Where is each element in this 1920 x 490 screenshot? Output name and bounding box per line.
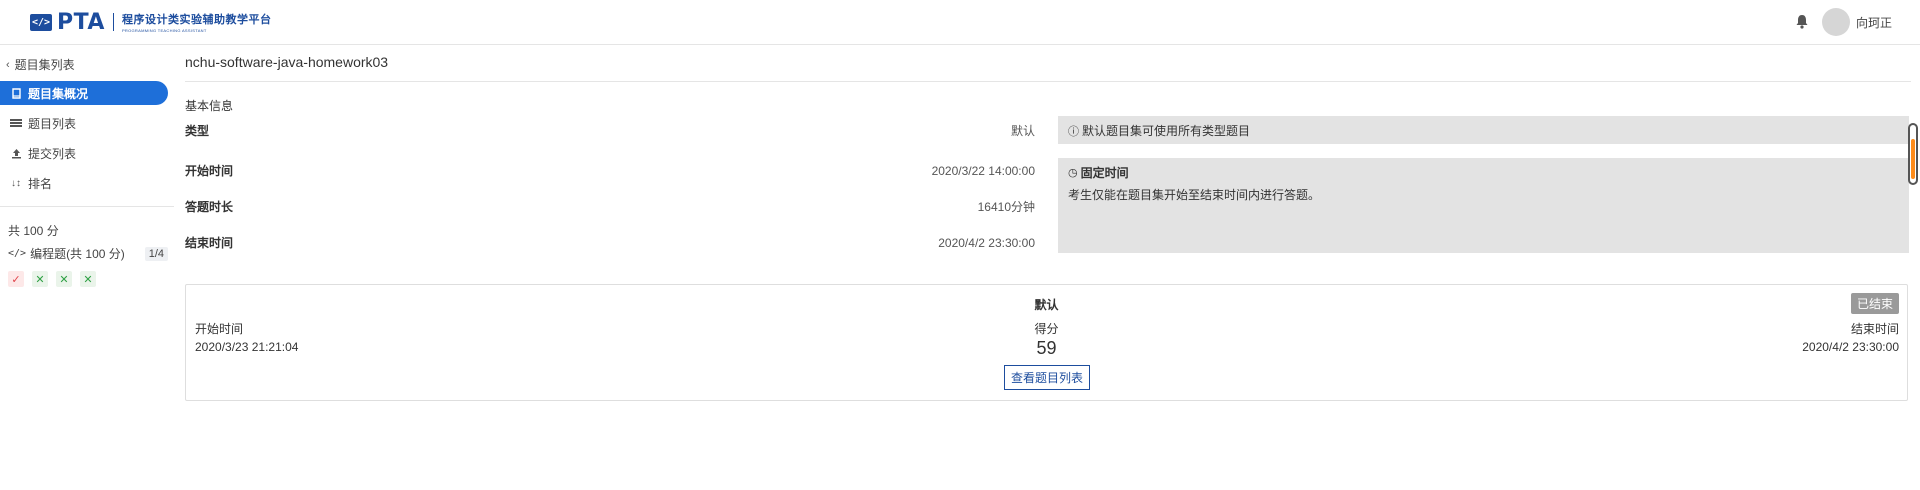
fixed-time-note: ◷ 固定时间 考生仅能在题目集开始至结束时间内进行答题。 <box>1058 158 1909 253</box>
bell-icon[interactable] <box>1795 14 1809 29</box>
fixed-time-desc: 考生仅能在题目集开始至结束时间内进行答题。 <box>1068 188 1321 202</box>
info-value: 2020/4/2 23:30:00 <box>938 235 1035 250</box>
problem-status-marks: ✓ ✕ ✕ ✕ <box>8 271 104 287</box>
end-label: 结束时间 <box>1850 322 1899 336</box>
sidebar-item-label: 排名 <box>28 176 53 191</box>
clock-icon: ◷ <box>1068 167 1078 179</box>
sidebar-item-label: 题目列表 <box>28 116 77 131</box>
cross-icon[interactable]: ✕ <box>32 271 48 287</box>
username[interactable]: 向珂正 <box>1856 14 1892 31</box>
logo-text: PTA <box>57 9 105 35</box>
sidebar-item-ranking[interactable]: ↓↕ 排名 <box>0 171 168 195</box>
logo-subtitle: 程序设计类实验辅助教学平台 PROGRAMMING TEACHING ASSIS… <box>122 11 272 33</box>
info-icon: ⓘ <box>1068 125 1079 138</box>
sidebar-item-submissions[interactable]: 提交列表 <box>0 141 168 165</box>
avatar[interactable] <box>1822 8 1850 36</box>
sidebar-item-overview[interactable]: 题目集概况 <box>0 81 168 105</box>
sidebar-item-label: 题目集概况 <box>28 86 89 101</box>
logo-subtitle-en: PROGRAMMING TEACHING ASSISTANT <box>121 28 207 33</box>
end-value: 2020/4/2 23:30:00 <box>1802 340 1899 354</box>
info-value: 16410分钟 <box>977 200 1035 214</box>
code-icon: </> <box>8 248 27 259</box>
score-value: 59 <box>1036 338 1057 358</box>
programming-count: 1/4 <box>144 246 168 261</box>
sort-icon: ↓↕ <box>11 177 21 189</box>
sidebar-item-label: 提交列表 <box>28 146 77 161</box>
card-title: 默认 <box>1034 298 1059 312</box>
back-to-problem-sets-link[interactable]: ‹ 题目集列表 <box>6 56 75 73</box>
chevron-left-icon: ‹ <box>6 58 10 71</box>
status-badge: 已结束 <box>1850 293 1899 314</box>
cross-icon[interactable]: ✕ <box>80 271 96 287</box>
sidebar: ‹ 题目集列表 题目集概况 题目列表 提交列表 ↓↕ 排名 共 100 分 </… <box>0 45 174 490</box>
info-row-type: 类型 默认 <box>185 122 1035 139</box>
code-logo-icon: </> <box>30 13 52 31</box>
back-label: 题目集列表 <box>14 58 75 72</box>
info-row-duration: 答题时长 16410分钟 <box>185 198 1035 215</box>
programming-label: 编程题(共 100 分) <box>30 247 125 261</box>
info-key: 开始时间 <box>185 164 234 178</box>
scrollbar[interactable] <box>1908 123 1918 185</box>
score-label: 得分 <box>1034 322 1059 336</box>
upload-icon <box>10 147 22 159</box>
list-icon <box>10 117 22 129</box>
pta-logo[interactable]: </> PTA 程序设计类实验辅助教学平台 PROGRAMMING TEACHI… <box>30 8 271 36</box>
info-value: 2020/3/22 14:00:00 <box>931 163 1035 178</box>
info-row-end-time: 结束时间 2020/4/2 23:30:00 <box>185 234 1035 251</box>
programming-section[interactable]: </> 编程题(共 100 分) 1/4 <box>8 245 168 262</box>
view-problem-list-button[interactable]: 查看题目列表 <box>1004 365 1090 390</box>
card-end: 结束时间 2020/4/2 23:30:00 <box>1802 320 1899 356</box>
title-divider <box>185 81 1911 82</box>
scrollbar-thumb[interactable] <box>1911 139 1915 179</box>
section-label: 基本信息 <box>185 99 234 113</box>
sidebar-divider <box>0 206 174 207</box>
info-row-start-time: 开始时间 2020/3/22 14:00:00 <box>185 162 1035 179</box>
card-score: 得分 59 <box>186 320 1907 359</box>
logo-divider <box>112 13 114 31</box>
page-title: nchu-software-java-homework03 <box>185 54 389 70</box>
logo-subtitle-cn: 程序设计类实验辅助教学平台 <box>121 14 272 26</box>
type-note-text: 默认题目集可使用所有类型题目 <box>1082 124 1251 138</box>
info-key: 答题时长 <box>185 200 234 214</box>
result-card: 默认 已结束 开始时间 2020/3/23 21:21:04 得分 59 结束时… <box>185 284 1908 401</box>
sidebar-item-problem-list[interactable]: 题目列表 <box>0 111 168 135</box>
top-bar: </> PTA 程序设计类实验辅助教学平台 PROGRAMMING TEACHI… <box>0 0 1920 45</box>
info-key: 结束时间 <box>185 236 234 250</box>
info-value: 默认 <box>1010 124 1035 138</box>
check-icon[interactable]: ✓ <box>8 271 24 287</box>
book-icon <box>10 87 22 99</box>
fixed-time-title: 固定时间 <box>1080 166 1129 180</box>
type-note: ⓘ 默认题目集可使用所有类型题目 <box>1058 116 1909 144</box>
total-score: 共 100 分 <box>8 224 59 238</box>
info-key: 类型 <box>185 124 210 138</box>
cross-icon[interactable]: ✕ <box>56 271 72 287</box>
